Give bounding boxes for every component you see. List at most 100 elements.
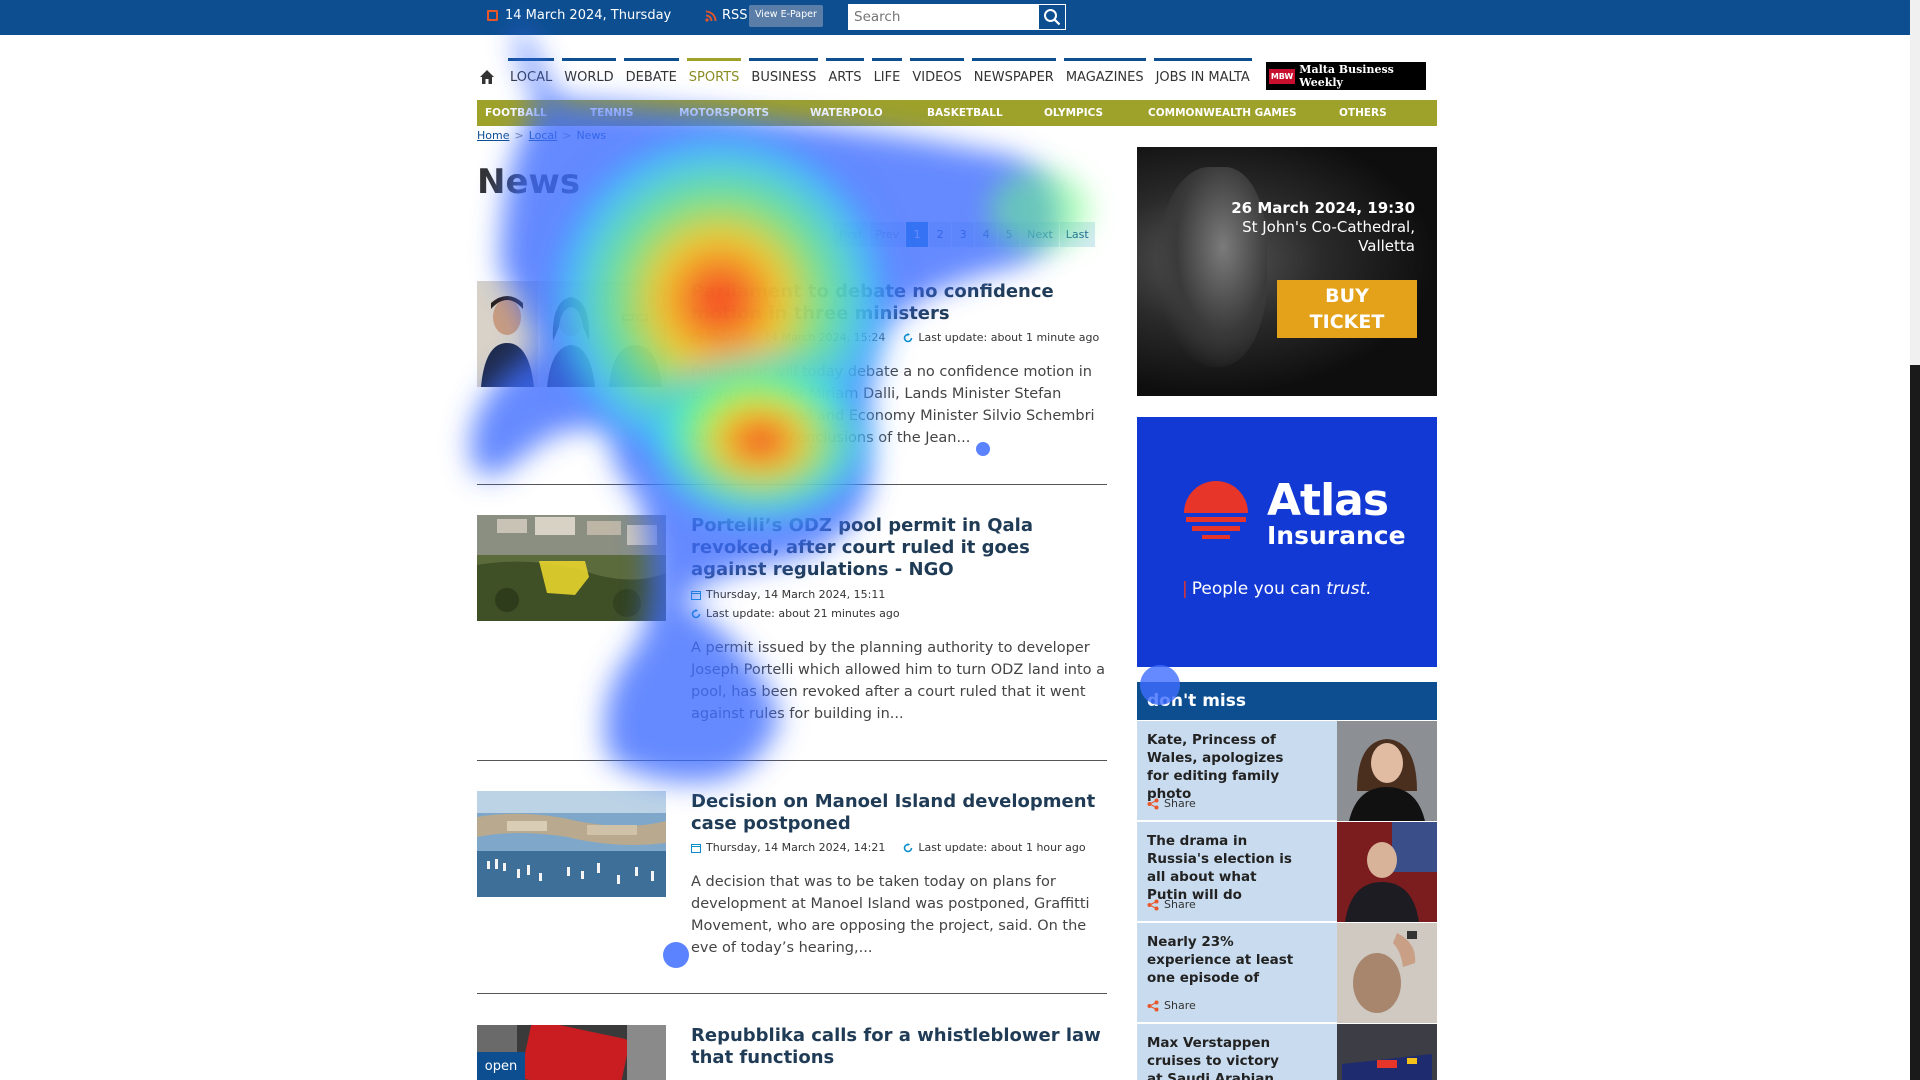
share-button[interactable]: Share [1147,999,1196,1012]
atlas-brand: Atlas Insurance [1267,479,1406,549]
article-date-text: Thursday, 14 March 2024, 15:11 [706,588,886,601]
nav-newspaper[interactable]: NEWSPAPER [971,58,1056,92]
manoel-island-photo [477,791,666,897]
article-excerpt: Parliament will today debate a no confid… [691,364,1095,446]
article-date: Thursday, 14 March 2024, 15:11 [691,588,1111,601]
dont-miss-title[interactable]: Max Verstappen cruises to victory at Sau… [1147,1034,1297,1080]
search-input[interactable] [849,5,1039,29]
nav-magazines[interactable]: MAGAZINES [1063,58,1146,92]
article-title[interactable]: Parliament to debate no confidence motio… [691,281,1107,325]
article-title[interactable]: Repubblika calls for a whistleblower law… [691,1025,1107,1069]
page-title: News [477,162,581,202]
concert-date: 26 March 2024, 19:30 [1231,199,1415,217]
current-date: 14 March 2024, Thursday [487,8,671,23]
distressed-person-photo [1337,923,1437,1023]
share-button[interactable]: Share [1147,797,1196,810]
article-date-text: Thursday, 14 March 2024, 15:24 [706,331,886,344]
dont-miss-item[interactable]: Kate, Princess of Wales, apologizes for … [1137,721,1437,821]
concert-venue-line2: Valletta [1358,237,1415,255]
pager-page-3[interactable]: 3 [952,222,975,247]
article-updated: Last update: about 1 hour ago [903,841,1086,854]
kate-photo [1337,721,1437,821]
subnav-olympics[interactable]: OLYMPICS [1044,107,1103,119]
pager-next[interactable]: Next [1021,222,1059,247]
pager-page-2[interactable]: 2 [929,222,952,247]
article-divider [477,484,1107,485]
article-date-text: Thursday, 14 March 2024, 14:21 [706,841,886,854]
buy-ticket-line1: BUY [1325,285,1369,307]
pager-prev[interactable]: Prev [869,222,906,247]
nav-arts[interactable]: ARTS [826,58,864,92]
article-meta: Thursday, 14 March 2024, 14:21 Last upda… [691,841,1111,854]
article-divider [477,993,1107,994]
pager-last[interactable]: Last [1059,222,1095,247]
pagination: First Prev 1 2 3 4 5 Next Last [833,222,1095,247]
share-icon [1147,1000,1159,1011]
article-updated: Last update: about 1 minute ago [903,331,1099,344]
article-divider [477,760,1107,761]
nav-sports[interactable]: SPORTS [686,58,742,92]
article-title[interactable]: Portelli’s ODZ pool permit in Qala revok… [691,515,1107,581]
ministers-photo [477,281,666,387]
nav-business[interactable]: BUSINESS [749,58,819,92]
subnav-basketball[interactable]: BASKETBALL [927,107,1003,119]
refresh-icon [691,608,701,618]
share-button[interactable]: Share [1147,898,1196,911]
pager-first[interactable]: First [833,222,869,247]
sports-subnav: FOOTBALL TENNIS MOTORSPORTS WATERPOLO BA… [477,100,1437,126]
concert-ad[interactable]: 26 March 2024, 19:30 St John's Co-Cathed… [1137,147,1437,396]
open-button[interactable]: open [477,1052,525,1080]
refresh-icon [904,332,913,342]
nav-debate[interactable]: DEBATE [623,58,679,92]
nav-local[interactable]: LOCAL [508,58,555,92]
nav-life[interactable]: LIFE [871,58,903,92]
atlas-insurance-ad[interactable]: Atlas Insurance | People you can trust. [1137,417,1437,667]
dont-miss-item[interactable]: Max Verstappen cruises to victory at Sau… [1137,1024,1437,1080]
article-item: Decision on Manoel Island development ca… [477,791,1107,996]
article-excerpt: A decision that was to be taken today on… [691,874,1090,956]
dont-miss-title[interactable]: Kate, Princess of Wales, apologizes for … [1147,731,1297,803]
mbw-label: Malta Business Weekly [1299,63,1394,89]
subnav-motorsports[interactable]: MOTORSPORTS [679,107,769,119]
nav-world[interactable]: WORLD [562,58,616,92]
malta-business-weekly-link[interactable]: MBW Malta Business Weekly [1265,62,1426,90]
article-updated: Last update: about 21 minutes ago [691,607,1111,620]
pager-page-5[interactable]: 5 [998,222,1021,247]
nav-videos[interactable]: VIDEOS [910,58,964,92]
nav-jobs-in-malta[interactable]: JOBS IN MALTA [1153,58,1252,92]
subnav-football[interactable]: FOOTBALL [485,107,547,119]
date-text: 14 March 2024, Thursday [505,8,672,23]
subnav-commonwealth-games[interactable]: COMMONWEALTH GAMES [1148,107,1297,119]
breadcrumb-local[interactable]: Local [529,129,558,142]
search-box [848,4,1066,30]
breadcrumb: Home > Local > News [477,129,606,142]
article-thumbnail[interactable] [477,281,666,387]
subnav-tennis[interactable]: TENNIS [590,107,633,119]
rss-link[interactable]: RSS [705,8,748,23]
buy-ticket-button[interactable]: BUY TICKET [1277,280,1417,338]
concert-details: 26 March 2024, 19:30 St John's Co-Cathed… [1231,199,1415,256]
pager-page-4[interactable]: 4 [975,222,998,247]
article-title[interactable]: Decision on Manoel Island development ca… [691,791,1107,835]
dont-miss-title[interactable]: Nearly 23% experience at least one episo… [1147,933,1297,987]
home-icon[interactable] [478,68,496,86]
article-date: Thursday, 14 March 2024, 14:21 [691,841,885,854]
search-icon[interactable] [1043,8,1061,26]
subnav-waterpolo[interactable]: WATERPOLO [810,107,883,119]
article-thumbnail[interactable] [477,515,666,621]
dont-miss-heading: don't miss [1137,682,1437,720]
view-epaper-button[interactable]: View E-Paper [749,5,823,27]
refresh-icon [904,842,913,852]
breadcrumb-home[interactable]: Home [477,129,509,142]
mbw-logo: MBW [1268,68,1296,84]
article-updated-text: Last update: about 1 minute ago [918,331,1100,344]
article-thumbnail[interactable] [477,791,666,897]
subnav-others[interactable]: OTHERS [1339,107,1387,119]
breadcrumb-separator: > [514,129,524,142]
page-scrollbar[interactable] [1910,0,1920,1080]
dont-miss-title[interactable]: The drama in Russia's election is all ab… [1147,832,1297,904]
atlas-name: Atlas [1267,475,1389,526]
pager-page-1[interactable]: 1 [906,222,929,247]
dont-miss-item[interactable]: Nearly 23% experience at least one episo… [1137,923,1437,1023]
dont-miss-item[interactable]: The drama in Russia's election is all ab… [1137,822,1437,922]
